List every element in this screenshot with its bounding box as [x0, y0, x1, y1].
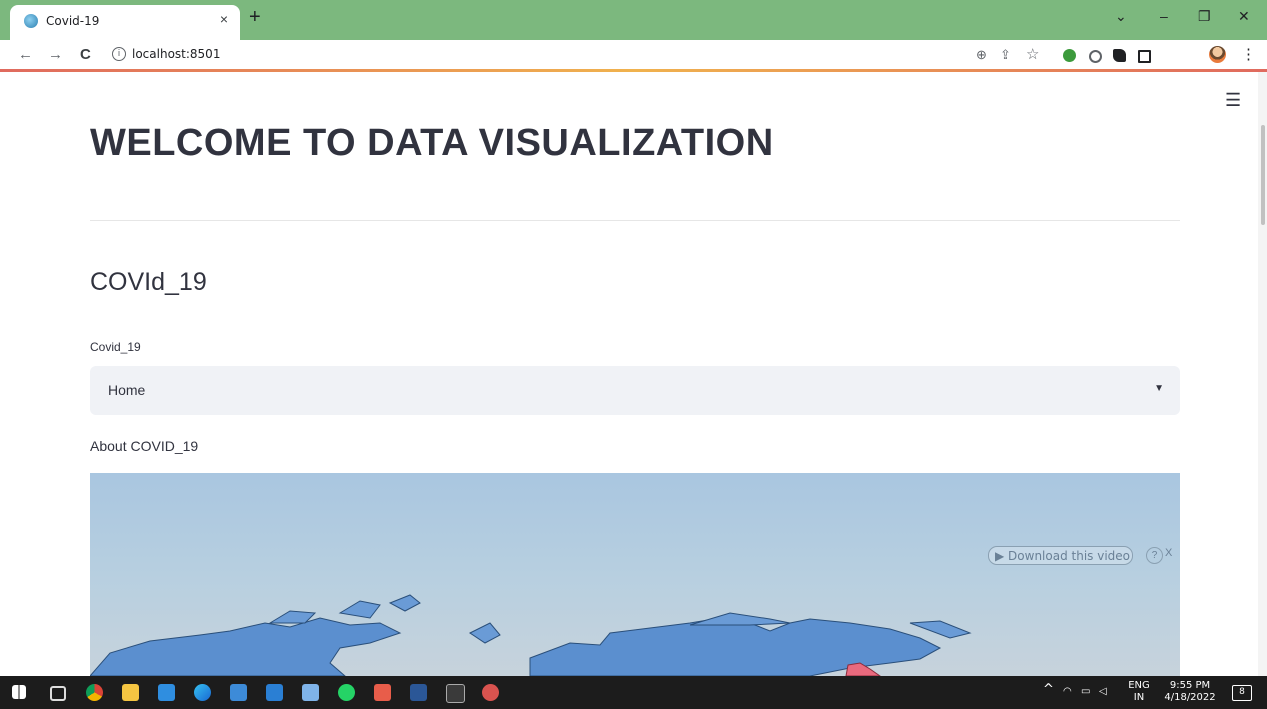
new-tab-icon[interactable]: +	[249, 6, 261, 29]
extension-globe-icon[interactable]	[1063, 49, 1076, 62]
close-window-icon[interactable]: ✕	[1238, 8, 1250, 25]
browser-tab-strip: Covid-19 × + ⌄ – ❐ ✕	[0, 0, 1267, 40]
info-icon[interactable]: i	[112, 47, 126, 61]
clock-date: 4/18/2022	[1164, 692, 1216, 703]
app-icon[interactable]	[482, 684, 499, 701]
extensions-puzzle-icon[interactable]	[1113, 49, 1126, 62]
word-icon[interactable]	[410, 684, 427, 701]
divider	[90, 220, 1180, 221]
back-icon[interactable]: ←	[18, 46, 33, 63]
url-text: localhost:8501	[132, 47, 221, 61]
scrollbar-thumb[interactable]	[1261, 125, 1265, 225]
world-map-image	[90, 594, 972, 676]
profile-avatar[interactable]	[1209, 46, 1226, 63]
clock[interactable]: 9:55 PM 4/18/2022	[1160, 680, 1220, 704]
windows-taskbar: ^ ◠ ▭ ◁ ENG IN 9:55 PM 4/18/2022 8	[0, 676, 1267, 709]
download-video-label: Download this video	[1008, 549, 1130, 563]
tab-close-icon[interactable]: ×	[220, 11, 228, 27]
tray-chevron-icon[interactable]: ^	[1043, 683, 1054, 696]
page-title: WELCOME TO DATA VISUALIZATION	[90, 122, 774, 164]
store-icon[interactable]	[230, 684, 247, 701]
region-label: IN	[1133, 692, 1145, 703]
caret-down-icon[interactable]: ▼	[1154, 383, 1164, 394]
share-icon[interactable]: ⇪	[1000, 47, 1011, 63]
overlay-close-icon[interactable]: X	[1165, 547, 1172, 559]
battery-icon[interactable]: ▭	[1081, 686, 1090, 698]
side-panel-icon[interactable]	[1138, 50, 1151, 63]
edge-icon[interactable]	[194, 684, 211, 701]
address-bar[interactable]: i localhost:8501	[108, 44, 1068, 66]
chrome-menu-icon[interactable]: ⋮	[1241, 45, 1256, 63]
hamburger-menu-icon[interactable]: ☰	[1225, 90, 1241, 111]
download-video-button[interactable]: ▶ Download this video	[988, 546, 1133, 565]
whatsapp-icon[interactable]	[338, 684, 355, 701]
help-icon[interactable]: ?	[1146, 547, 1163, 564]
network-app-icon[interactable]	[302, 684, 319, 701]
chrome-app-icon[interactable]	[374, 684, 391, 701]
reload-icon[interactable]: C	[80, 46, 91, 63]
globe-favicon-icon	[24, 14, 38, 28]
volume-icon[interactable]: ◁	[1099, 686, 1107, 698]
browser-tab[interactable]: Covid-19 ×	[10, 5, 240, 40]
select-value: Home	[108, 382, 146, 398]
task-view-icon[interactable]	[50, 686, 66, 701]
section-subheader: COVId_19	[90, 268, 207, 296]
mail-icon[interactable]	[266, 684, 283, 701]
wifi-icon[interactable]: ◠	[1063, 686, 1072, 698]
notification-badge[interactable]: 8	[1232, 685, 1252, 701]
windows-start-icon[interactable]	[12, 685, 26, 699]
terminal-icon[interactable]	[446, 684, 465, 703]
download-video-overlay: ▶ Download this video ? X	[986, 544, 1179, 568]
tab-title: Covid-19	[46, 14, 100, 28]
about-text: About COVID_19	[90, 438, 199, 454]
chrome-taskbar-icon[interactable]	[86, 684, 103, 701]
tab-search-icon[interactable]: ⌄	[1115, 8, 1127, 25]
select-label: Covid_19	[90, 340, 141, 354]
restore-icon[interactable]: ❐	[1198, 8, 1211, 25]
browser-toolbar: ← → C i localhost:8501 ⊕ ⇪ ☆ ⋮	[0, 40, 1267, 71]
zoom-icon[interactable]: ⊕	[976, 47, 987, 63]
minimize-icon[interactable]: –	[1160, 8, 1168, 24]
extension-circle-icon[interactable]	[1089, 50, 1102, 63]
covid-selectbox[interactable]: Home ▼	[90, 366, 1180, 415]
language-indicator[interactable]: ENG IN	[1124, 680, 1154, 704]
world-map-video[interactable]: ▶ Download this video ? X	[90, 473, 1180, 676]
clock-time: 9:55 PM	[1169, 680, 1211, 691]
file-explorer-icon[interactable]	[122, 684, 139, 701]
forward-icon[interactable]: →	[48, 46, 63, 63]
vscode-icon[interactable]	[158, 684, 175, 701]
bookmark-star-icon[interactable]: ☆	[1026, 45, 1039, 63]
loading-accent-line	[0, 69, 1267, 72]
language-label: ENG	[1128, 680, 1150, 691]
